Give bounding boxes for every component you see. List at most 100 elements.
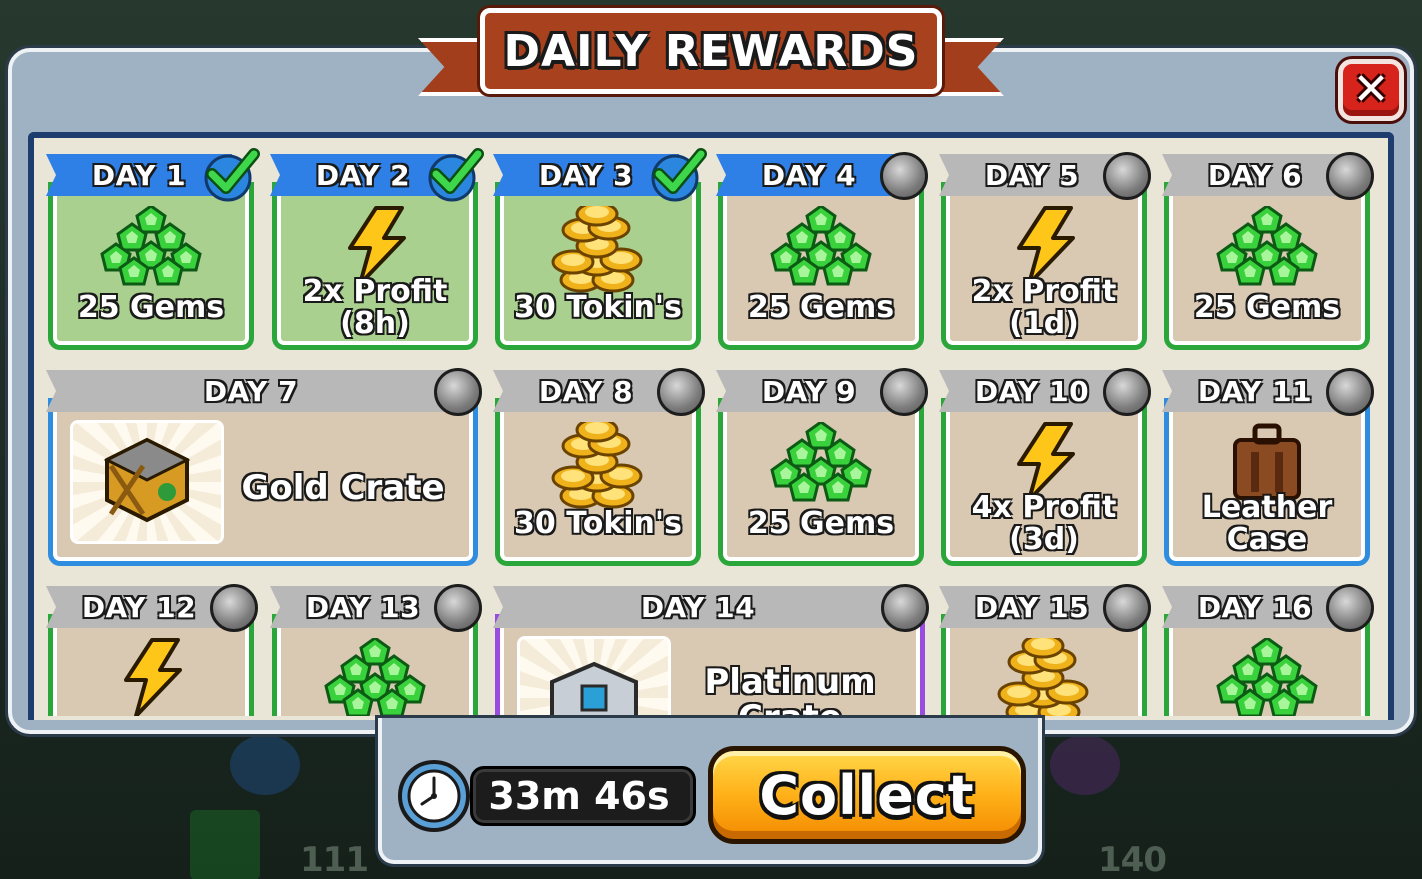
reward-card-day-8[interactable]: DAY 8 30 Tokin's	[493, 368, 705, 566]
clock-icon	[398, 760, 470, 832]
background-count: 111	[300, 840, 369, 879]
reward-label: 30 Tokin's	[495, 292, 701, 324]
day-header: DAY 14	[493, 586, 903, 628]
day-header: DAY 9	[716, 370, 902, 412]
reward-label: 25 Gems	[1164, 292, 1370, 324]
day-label: DAY 15	[974, 590, 1090, 624]
reward-cards: DAY 1 25 Gems DAY 2 2x Profit(8h) DAY 3	[0, 0, 1422, 716]
reward-card-day-6[interactable]: DAY 6 25 Gems	[1162, 152, 1374, 350]
reward-label-line: 2x Profit	[971, 274, 1117, 309]
locked-badge-icon	[1103, 368, 1151, 416]
day-header: DAY 16	[1162, 586, 1348, 628]
background-arrow-icon	[190, 810, 260, 879]
day-label: DAY 4	[761, 158, 857, 192]
reward-card-day-3[interactable]: DAY 3 30 Tokin's	[493, 148, 707, 350]
reward-label: 2x Profit (8h)	[272, 276, 478, 340]
day-header: DAY 6	[1162, 154, 1348, 196]
gems-icon	[766, 420, 876, 506]
locked-badge-icon	[1326, 152, 1374, 200]
locked-badge-icon	[880, 152, 928, 200]
reward-card-day-12[interactable]: DAY 12 2x Profit	[46, 584, 258, 716]
gold-crate-icon	[70, 420, 224, 544]
claimed-check-icon	[204, 148, 260, 202]
reward-card-day-14[interactable]: DAY 14 PlatinumCrate	[493, 584, 929, 716]
reward-card-day-4[interactable]: DAY 4 25 Gems	[716, 152, 928, 350]
coins-icon	[543, 201, 653, 300]
reward-label: 30 Tokin's	[495, 508, 701, 540]
day-label: DAY 5	[984, 158, 1080, 192]
day-header: DAY 8	[493, 370, 679, 412]
day-label: DAY 8	[538, 374, 634, 408]
lightning-icon	[116, 638, 186, 716]
coins-icon	[543, 417, 653, 516]
reward-label: 25 Gems	[48, 292, 254, 324]
day-header: DAY 10	[939, 370, 1125, 412]
day-label: DAY 9	[761, 374, 857, 408]
reward-label-line: 30 Tokin's	[514, 290, 682, 325]
reward-label-line: 25 Gems	[1193, 290, 1341, 325]
reward-label-line: 25 Gems	[77, 290, 225, 325]
locked-badge-icon	[1103, 152, 1151, 200]
gems-icon	[1212, 204, 1322, 290]
day-label: DAY 10	[974, 374, 1090, 408]
coins-icon	[989, 633, 1099, 716]
reward-label: 25 Gems	[718, 292, 924, 324]
reward-label: 4x Profit (3d)	[941, 492, 1147, 556]
reward-card-day-16[interactable]: DAY 16	[1162, 584, 1374, 716]
reward-card-day-1[interactable]: DAY 1 25 Gems	[46, 148, 260, 350]
day-header: DAY 11	[1162, 370, 1348, 412]
locked-badge-icon	[434, 584, 482, 632]
reward-label-line: (1d)	[1009, 306, 1079, 341]
claimed-check-icon	[428, 148, 484, 202]
reward-label-line: (3d)	[1009, 522, 1079, 557]
reward-card-day-10[interactable]: DAY 10 4x Profit (3d)	[939, 368, 1151, 566]
day-label: DAY 3	[538, 158, 634, 192]
day-label: DAY 7	[203, 374, 299, 408]
day-label: DAY 11	[1197, 374, 1313, 408]
reward-card-day-7[interactable]: DAY 7 Gold Crate	[46, 368, 482, 566]
day-label: DAY 14	[640, 590, 756, 624]
reward-label-line: 4x Profit	[971, 490, 1117, 525]
reward-label: Gold Crate	[218, 470, 468, 506]
reward-card-day-5[interactable]: DAY 5 2x Profit (1d)	[939, 152, 1151, 350]
background-plant-pot-icon	[230, 735, 300, 795]
countdown-timer: 33m 46s	[488, 774, 670, 818]
day-label: DAY 2	[315, 158, 411, 192]
locked-badge-icon	[210, 584, 258, 632]
locked-badge-icon	[1103, 584, 1151, 632]
reward-label-line: Platinum	[704, 662, 876, 702]
locked-badge-icon	[880, 368, 928, 416]
locked-badge-icon	[881, 584, 929, 632]
reward-label-line: (8h)	[340, 306, 410, 341]
reward-label-line: Case	[1226, 522, 1308, 557]
reward-label-line: 25 Gems	[747, 290, 895, 325]
day-header: DAY 15	[939, 586, 1125, 628]
gems-icon	[1212, 636, 1322, 716]
collect-button[interactable]: Collect	[708, 746, 1026, 844]
locked-badge-icon	[657, 368, 705, 416]
day-label: DAY 1	[91, 158, 187, 192]
reward-label-line: 2x Profit	[302, 274, 448, 309]
reward-card-day-15[interactable]: DAY 15	[939, 584, 1151, 716]
reward-label-line: Leather	[1201, 490, 1333, 525]
day-label: DAY 6	[1207, 158, 1303, 192]
day-header: DAY 12	[46, 586, 232, 628]
collect-label: Collect	[759, 763, 975, 827]
reward-card-day-11[interactable]: DAY 11 Leather Case	[1162, 368, 1374, 566]
reward-label-line: Gold Crate	[241, 468, 445, 508]
reward-label: 25 Gems	[718, 508, 924, 540]
reward-card-day-13[interactable]: DAY 13	[270, 584, 482, 716]
locked-badge-icon	[1326, 584, 1374, 632]
game-screen: 111 140 DAILY REWARDS ✕ DAY 1 25 Gems DA…	[0, 0, 1422, 879]
day-header: DAY 13	[270, 586, 456, 628]
reward-card-day-9[interactable]: DAY 9 25 Gems	[716, 368, 928, 566]
reward-label-line: 30 Tokin's	[514, 506, 682, 541]
day-label: DAY 13	[305, 590, 421, 624]
gems-icon	[320, 636, 430, 716]
reward-label: PlatinumCrate	[665, 664, 915, 716]
day-header: DAY 4	[716, 154, 902, 196]
reward-card-day-2[interactable]: DAY 2 2x Profit (8h)	[270, 148, 484, 350]
reward-label: Leather Case	[1164, 492, 1370, 556]
background-count: 140	[1098, 840, 1167, 879]
day-label: DAY 12	[81, 590, 197, 624]
